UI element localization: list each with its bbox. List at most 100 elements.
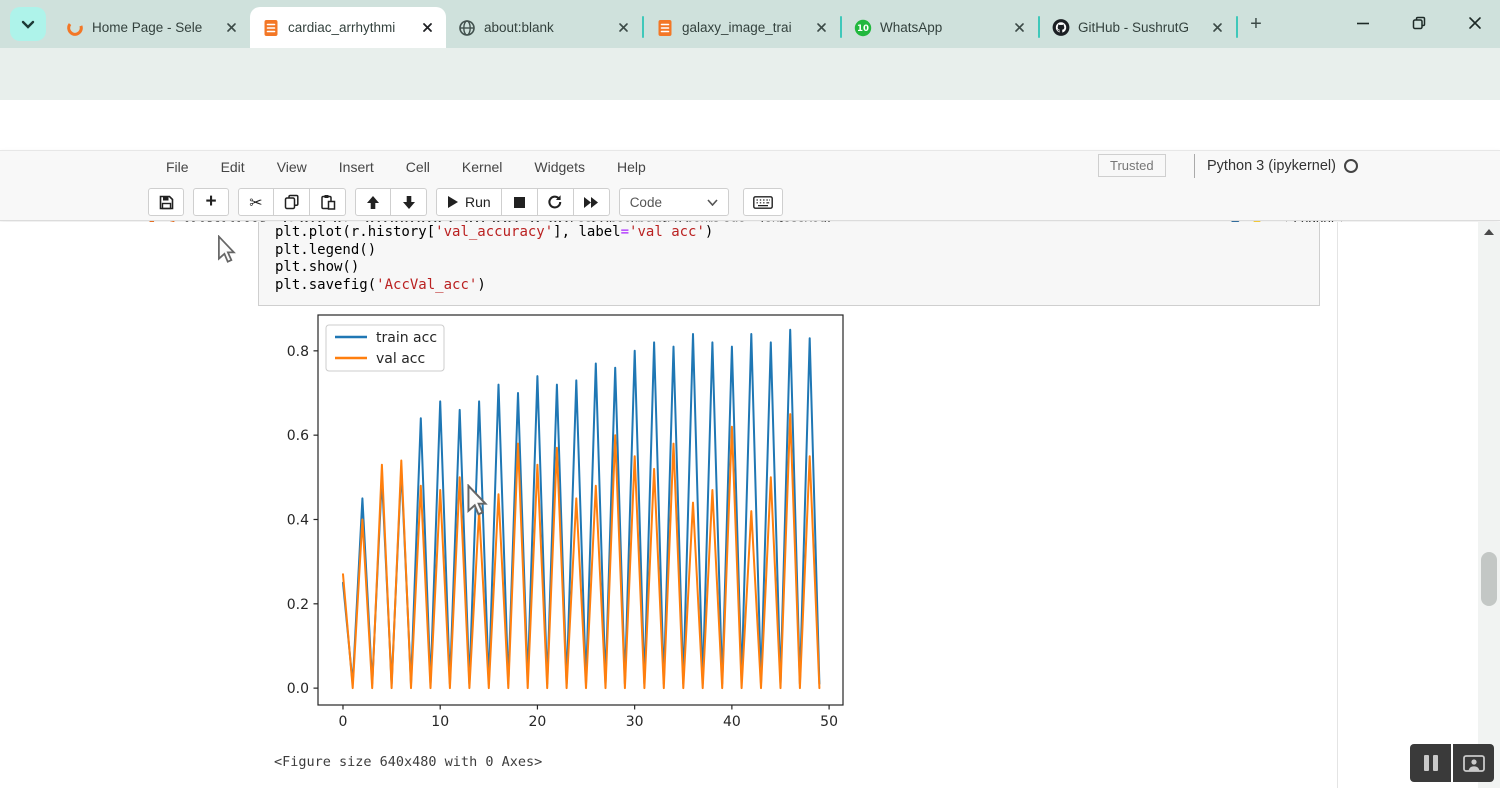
menu-edit[interactable]: Edit (205, 159, 261, 175)
recorder-pause-button[interactable] (1410, 744, 1451, 782)
code-cell-input[interactable]: plt.plot(r.history['val_accuracy'], labe… (258, 222, 1320, 306)
svg-text:50: 50 (820, 714, 838, 730)
tab-close-icon[interactable] (614, 19, 632, 37)
menu-widgets[interactable]: Widgets (518, 159, 601, 175)
new-tab-button[interactable]: + (1244, 12, 1268, 36)
arrow-up-icon (366, 195, 380, 210)
stop-icon (513, 196, 526, 209)
menu-kernel[interactable]: Kernel (446, 159, 518, 175)
play-icon (447, 195, 459, 209)
command-palette-button[interactable] (743, 188, 783, 216)
tab-title: cardiac_arrhythmi (288, 20, 410, 35)
restart-icon (547, 194, 563, 210)
tab-title: GitHub - SushrutG (1078, 20, 1200, 35)
menu-insert[interactable]: Insert (323, 159, 390, 175)
screen-recorder-controls (1410, 744, 1494, 782)
menu-bar: File Edit View Insert Cell Kernel Widget… (150, 150, 662, 183)
svg-text:0.6: 0.6 (287, 428, 309, 444)
accuracy-plot: 0.00.20.40.60.801020304050train accval a… (280, 313, 846, 743)
mouse-cursor-recorded (463, 484, 490, 518)
tab-home-page[interactable]: Home Page - Sele (54, 7, 250, 48)
scrollbar-thumb[interactable] (1481, 552, 1497, 606)
insert-cell-button[interactable]: + (193, 188, 229, 216)
svg-text:train acc: train acc (376, 330, 437, 346)
window-restore-button[interactable] (1396, 0, 1442, 46)
run-label: Run (465, 194, 491, 210)
menu-file[interactable]: File (150, 159, 205, 175)
close-icon (1468, 16, 1482, 30)
tab-github[interactable]: GitHub - SushrutG (1040, 7, 1236, 48)
jupyter-spinner-icon (66, 19, 84, 37)
kernel-indicator: Python 3 (ipykernel) (1194, 154, 1358, 178)
window-close-button[interactable] (1452, 0, 1498, 46)
cut-icon: ✂ (249, 193, 262, 212)
divider (1194, 154, 1195, 178)
trusted-badge: Trusted (1098, 154, 1166, 177)
tab-cardiac-notebook[interactable]: cardiac_arrhythmi (250, 7, 446, 48)
arrow-down-icon (402, 195, 416, 210)
tab-close-icon[interactable] (222, 19, 240, 37)
cell-output-plot: 0.00.20.40.60.801020304050train accval a… (280, 313, 846, 743)
menu-help[interactable]: Help (601, 159, 662, 175)
code-editor[interactable]: plt.plot(r.history['val_accuracy'], labe… (275, 224, 1319, 294)
svg-text:val acc: val acc (376, 351, 425, 367)
svg-text:0.2: 0.2 (287, 597, 309, 613)
tab-close-icon[interactable] (1010, 19, 1028, 37)
figure-repr-text: <Figure size 640x480 with 0 Axes> (274, 754, 542, 770)
cut-cell-button[interactable]: ✂ (238, 188, 274, 216)
tab-close-icon[interactable] (1208, 19, 1226, 37)
minimize-icon (1356, 16, 1370, 30)
restore-icon (1412, 16, 1426, 30)
notebook-scroll-area[interactable]: plt.plot(r.history['val_accuracy'], labe… (0, 222, 1478, 788)
menu-cell[interactable]: Cell (390, 159, 446, 175)
tab-title: about:blank (484, 20, 606, 35)
kernel-idle-icon (1344, 159, 1358, 173)
tab-title: WhatsApp (880, 20, 1002, 35)
tab-close-icon[interactable] (812, 19, 830, 37)
svg-text:30: 30 (626, 714, 644, 730)
notebook-toolbar: + ✂ Run Code (148, 188, 792, 216)
recorder-webcam-button[interactable] (1453, 744, 1494, 782)
restart-kernel-button[interactable] (538, 188, 574, 216)
restart-run-all-button[interactable] (574, 188, 610, 216)
svg-text:0.0: 0.0 (287, 681, 309, 697)
browser-toolbar: ← → localhost:8888/notebooks/cardiac_arr… (0, 48, 1500, 100)
save-icon (159, 195, 174, 210)
save-button[interactable] (148, 188, 184, 216)
window-minimize-button[interactable] (1340, 0, 1386, 46)
tab-close-icon[interactable] (418, 19, 436, 37)
chevron-down-icon (707, 199, 718, 206)
cell-type-value: Code (630, 195, 662, 210)
globe-icon (458, 19, 476, 37)
page-scrollbar[interactable] (1478, 222, 1500, 788)
tab-whatsapp[interactable]: 10 WhatsApp (842, 7, 1038, 48)
menu-view[interactable]: View (261, 159, 323, 175)
svg-text:0.8: 0.8 (287, 344, 309, 360)
svg-text:10: 10 (431, 714, 449, 730)
tab-about-blank[interactable]: about:blank (446, 7, 642, 48)
github-icon (1052, 19, 1070, 37)
kernel-name: Python 3 (ipykernel) (1207, 158, 1336, 174)
svg-text:20: 20 (529, 714, 547, 730)
tab-search-button[interactable] (10, 7, 46, 41)
copy-cell-button[interactable] (274, 188, 310, 216)
chevron-down-icon (21, 20, 35, 29)
paste-icon (320, 194, 336, 210)
move-cell-up-button[interactable] (355, 188, 391, 216)
jupyter-header: jupyter cardiac_arrhythmia_image_train L… (0, 100, 1500, 150)
browser-tab-strip: Home Page - Sele cardiac_arrhythmi about… (0, 0, 1500, 48)
tab-galaxy-notebook[interactable]: galaxy_image_trai (644, 7, 840, 48)
svg-text:0: 0 (339, 714, 348, 730)
triangle-up-icon (1484, 229, 1494, 235)
tab-title: galaxy_image_trai (682, 20, 804, 35)
paste-cell-button[interactable] (310, 188, 346, 216)
whatsapp-badge-icon: 10 (854, 19, 872, 37)
run-cell-button[interactable]: Run (436, 188, 502, 216)
tab-title: Home Page - Sele (92, 20, 214, 35)
cell-type-select[interactable]: Code (619, 188, 729, 216)
interrupt-kernel-button[interactable] (502, 188, 538, 216)
move-cell-down-button[interactable] (391, 188, 427, 216)
copy-icon (284, 194, 300, 210)
scrollbar-up-arrow[interactable] (1478, 222, 1500, 242)
notebook-icon (262, 19, 280, 37)
